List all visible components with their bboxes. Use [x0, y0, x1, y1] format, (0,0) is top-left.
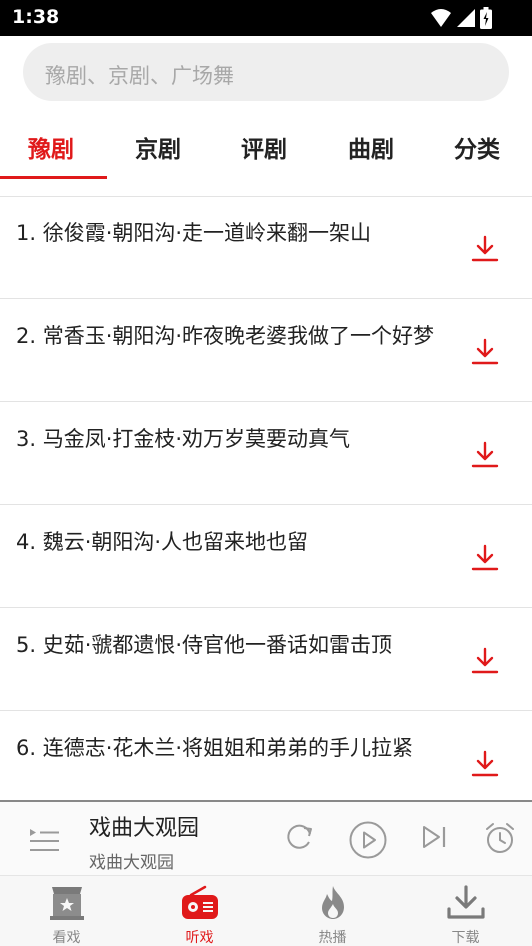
- bottom-navigation: 看戏 听戏 热播 下载: [0, 875, 532, 946]
- status-icons: [430, 7, 492, 29]
- list-item[interactable]: 3. 马金凤·打金枝·劝万岁莫要动真气: [0, 402, 532, 505]
- cellular-signal-icon: [457, 9, 475, 27]
- nav-label: 看戏: [52, 930, 81, 946]
- status-time: 1:38: [12, 6, 60, 28]
- radio-icon: [182, 885, 218, 919]
- search-bar[interactable]: 豫剧、京剧、广场舞: [23, 43, 509, 101]
- list-item[interactable]: 6. 连德志·花木兰·将姐姐和弟弟的手儿拉紧: [0, 711, 532, 814]
- battery-icon: [480, 7, 492, 29]
- download-icon[interactable]: [470, 646, 500, 676]
- song-title: 3. 马金凤·打金枝·劝万岁莫要动真气: [16, 427, 351, 451]
- download-icon[interactable]: [470, 543, 500, 573]
- list-item[interactable]: 4. 魏云·朝阳沟·人也留来地也留: [0, 505, 532, 608]
- download-icon: [447, 885, 485, 919]
- player-title: 戏曲大观园: [89, 816, 200, 841]
- list-item[interactable]: 2. 常香玉·朝阳沟·昨夜晚老婆我做了一个好梦: [0, 299, 532, 402]
- list-item[interactable]: 5. 史茹·虢都遗恨·侍官他一番话如雷击顶: [0, 608, 532, 711]
- song-title: 5. 史茹·虢都遗恨·侍官他一番话如雷击顶: [16, 633, 393, 657]
- download-icon[interactable]: [470, 234, 500, 264]
- song-title: 2. 常香玉·朝阳沟·昨夜晚老婆我做了一个好梦: [16, 324, 435, 348]
- theater-icon: [50, 887, 84, 920]
- next-track-icon[interactable]: [420, 820, 450, 854]
- play-icon[interactable]: [348, 820, 388, 860]
- nav-listen-opera[interactable]: 听戏: [133, 876, 266, 946]
- list-item[interactable]: 1. 徐俊霞·朝阳沟·走一道岭来翻一架山: [0, 196, 532, 299]
- tab-pingju[interactable]: 评剧: [241, 130, 287, 164]
- song-title: 6. 连德志·花木兰·将姐姐和弟弟的手儿拉紧: [16, 736, 414, 760]
- nav-label: 下载: [451, 930, 480, 946]
- flame-icon: [322, 886, 344, 919]
- nav-downloads[interactable]: 下载: [399, 876, 532, 946]
- nav-label: 听戏: [185, 930, 214, 946]
- search-placeholder: 豫剧、京剧、广场舞: [45, 64, 234, 88]
- nav-label: 热播: [318, 930, 347, 946]
- tab-yuju[interactable]: 豫剧: [28, 130, 74, 164]
- download-icon[interactable]: [470, 337, 500, 367]
- player-subtitle: 戏曲大观园: [89, 853, 174, 873]
- song-title: 1. 徐俊霞·朝阳沟·走一道岭来翻一架山: [16, 221, 372, 245]
- wifi-icon: [431, 9, 451, 27]
- category-tabs: 豫剧 京剧 评剧 曲剧 分类: [0, 118, 532, 180]
- repeat-icon[interactable]: [283, 820, 317, 854]
- nav-watch-opera[interactable]: 看戏: [0, 876, 133, 946]
- nav-trending[interactable]: 热播: [266, 876, 399, 946]
- song-title: 4. 魏云·朝阳沟·人也留来地也留: [16, 530, 309, 554]
- tab-jingju[interactable]: 京剧: [135, 130, 181, 164]
- alarm-clock-icon[interactable]: [482, 820, 518, 856]
- download-icon[interactable]: [470, 440, 500, 470]
- active-tab-indicator: [0, 176, 107, 179]
- tab-quju[interactable]: 曲剧: [348, 130, 394, 164]
- status-bar: 1:38: [0, 0, 532, 36]
- playlist-icon[interactable]: [27, 826, 61, 854]
- tab-categories[interactable]: 分类: [454, 130, 500, 164]
- mini-player: 戏曲大观园 戏曲大观园: [0, 800, 532, 875]
- download-icon[interactable]: [470, 749, 500, 779]
